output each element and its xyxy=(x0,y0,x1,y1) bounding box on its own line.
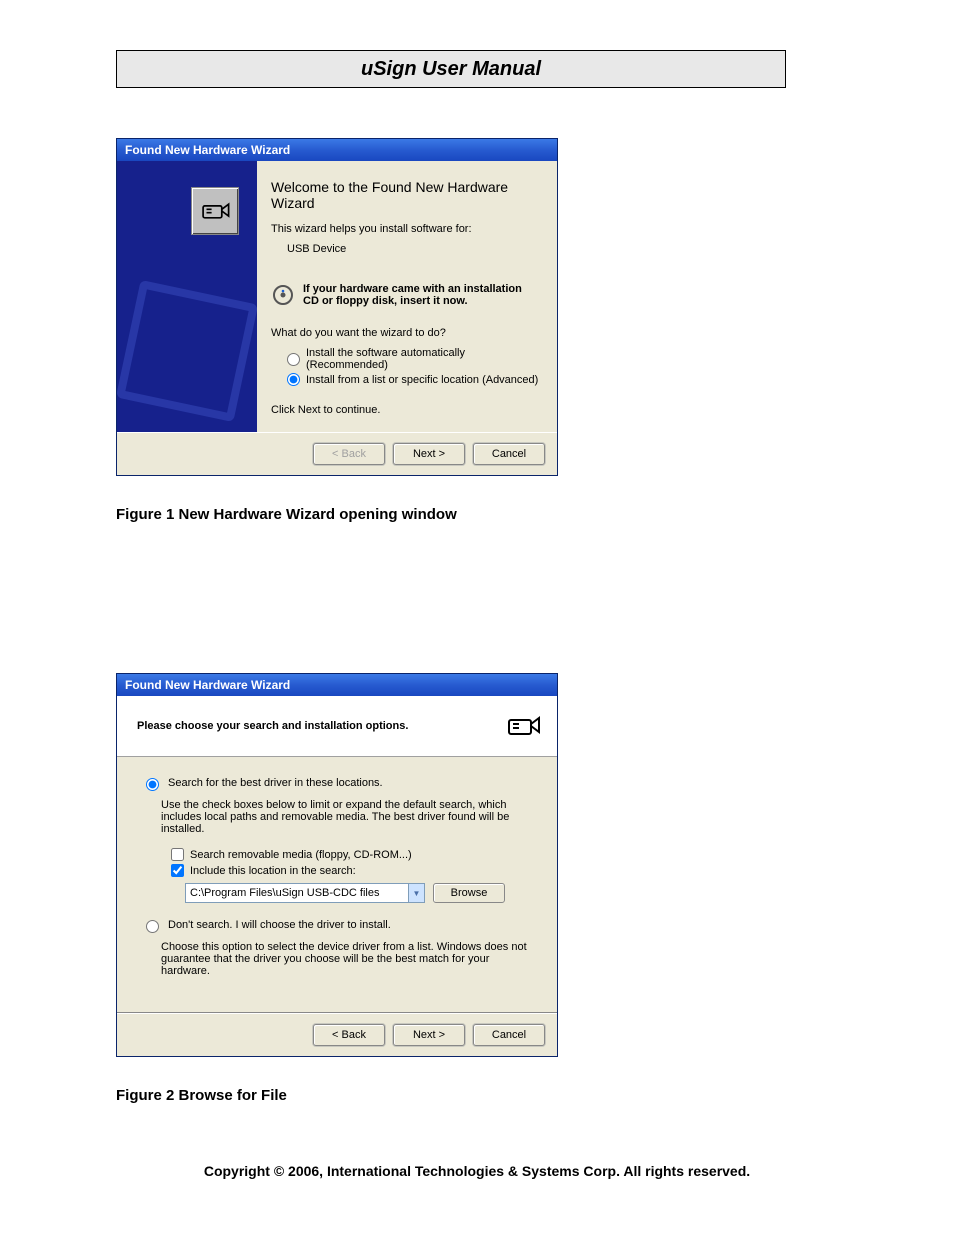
figure1-caption: Figure 1 New Hardware Wizard opening win… xyxy=(116,506,838,523)
radio-dont-search[interactable]: Don't search. I will choose the driver t… xyxy=(141,917,533,933)
hardware-icon xyxy=(503,706,543,746)
wizard1-content: Welcome to the Found New Hardware Wizard… xyxy=(257,161,557,432)
wizard1-heading: Welcome to the Found New Hardware Wizard xyxy=(271,179,539,211)
wizard1-device: USB Device xyxy=(271,243,539,255)
radio-install-list-input[interactable] xyxy=(287,373,300,386)
next-button[interactable]: Next > xyxy=(393,1024,465,1046)
browse-button[interactable]: Browse xyxy=(433,883,505,903)
radio-install-list[interactable]: Install from a list or specific location… xyxy=(271,373,539,386)
radio-install-list-label: Install from a list or specific location… xyxy=(306,374,538,386)
back-button[interactable]: < Back xyxy=(313,1024,385,1046)
radio-search-best-input[interactable] xyxy=(146,778,159,791)
wizard1-title: Found New Hardware Wizard xyxy=(125,143,290,157)
radio-search-best[interactable]: Search for the best driver in these loca… xyxy=(141,775,533,791)
wizard2-header: Please choose your search and installati… xyxy=(117,696,557,757)
wizard1-question: What do you want the wizard to do? xyxy=(271,327,539,339)
radio-install-auto-input[interactable] xyxy=(287,353,300,366)
wizard1-sidebar xyxy=(117,161,257,432)
checkbox-include-label: Include this location in the search: xyxy=(190,865,356,877)
wizard1-button-bar: < Back Next > Cancel xyxy=(117,433,557,475)
checkbox-include-location-input[interactable] xyxy=(171,864,184,877)
wizard1-window: Found New Hardware Wizard Welcome to the… xyxy=(116,138,558,476)
back-button[interactable]: < Back xyxy=(313,443,385,465)
checkbox-removable-input[interactable] xyxy=(171,848,184,861)
next-button[interactable]: Next > xyxy=(393,443,465,465)
wizard2-body: Search for the best driver in these loca… xyxy=(117,757,557,1013)
checkbox-removable[interactable]: Search removable media (floppy, CD-ROM..… xyxy=(141,848,533,861)
path-input[interactable] xyxy=(186,884,408,902)
radio-search-best-label: Search for the best driver in these loca… xyxy=(168,777,383,789)
search-explain: Use the check boxes below to limit or ex… xyxy=(141,795,533,845)
wizard2-button-bar: < Back Next > Cancel xyxy=(117,1014,557,1056)
cancel-button[interactable]: Cancel xyxy=(473,443,545,465)
checkbox-include-location[interactable]: Include this location in the search: xyxy=(141,864,533,877)
wizard2-header-text: Please choose your search and installati… xyxy=(137,720,408,732)
wizard1-helps-text: This wizard helps you install software f… xyxy=(271,223,539,235)
page-footer: Copyright © 2006, International Technolo… xyxy=(0,1163,954,1179)
path-combobox[interactable]: ▼ xyxy=(185,883,425,903)
wizard1-titlebar: Found New Hardware Wizard xyxy=(117,139,557,161)
cd-icon xyxy=(271,283,295,307)
wizard1-continue: Click Next to continue. xyxy=(271,404,539,416)
page-title-bar: uSign User Manual xyxy=(116,50,786,88)
radio-install-auto-label: Install the software automatically (Reco… xyxy=(306,347,539,371)
sidebar-decor xyxy=(117,280,257,422)
wizard2-window: Found New Hardware Wizard Please choose … xyxy=(116,673,558,1057)
wizard1-hint: If your hardware came with an installati… xyxy=(303,283,539,307)
radio-dont-search-input[interactable] xyxy=(146,920,159,933)
hardware-icon xyxy=(191,187,239,235)
dont-search-explain: Choose this option to select the device … xyxy=(141,937,533,1005)
chevron-down-icon[interactable]: ▼ xyxy=(408,884,424,902)
radio-dont-search-label: Don't search. I will choose the driver t… xyxy=(168,919,391,931)
figure2-caption: Figure 2 Browse for File xyxy=(116,1087,838,1104)
wizard2-titlebar: Found New Hardware Wizard xyxy=(117,674,557,696)
page-title: uSign User Manual xyxy=(361,58,541,81)
checkbox-removable-label: Search removable media (floppy, CD-ROM..… xyxy=(190,849,412,861)
cancel-button[interactable]: Cancel xyxy=(473,1024,545,1046)
radio-install-auto[interactable]: Install the software automatically (Reco… xyxy=(271,347,539,371)
wizard2-title: Found New Hardware Wizard xyxy=(125,678,290,692)
